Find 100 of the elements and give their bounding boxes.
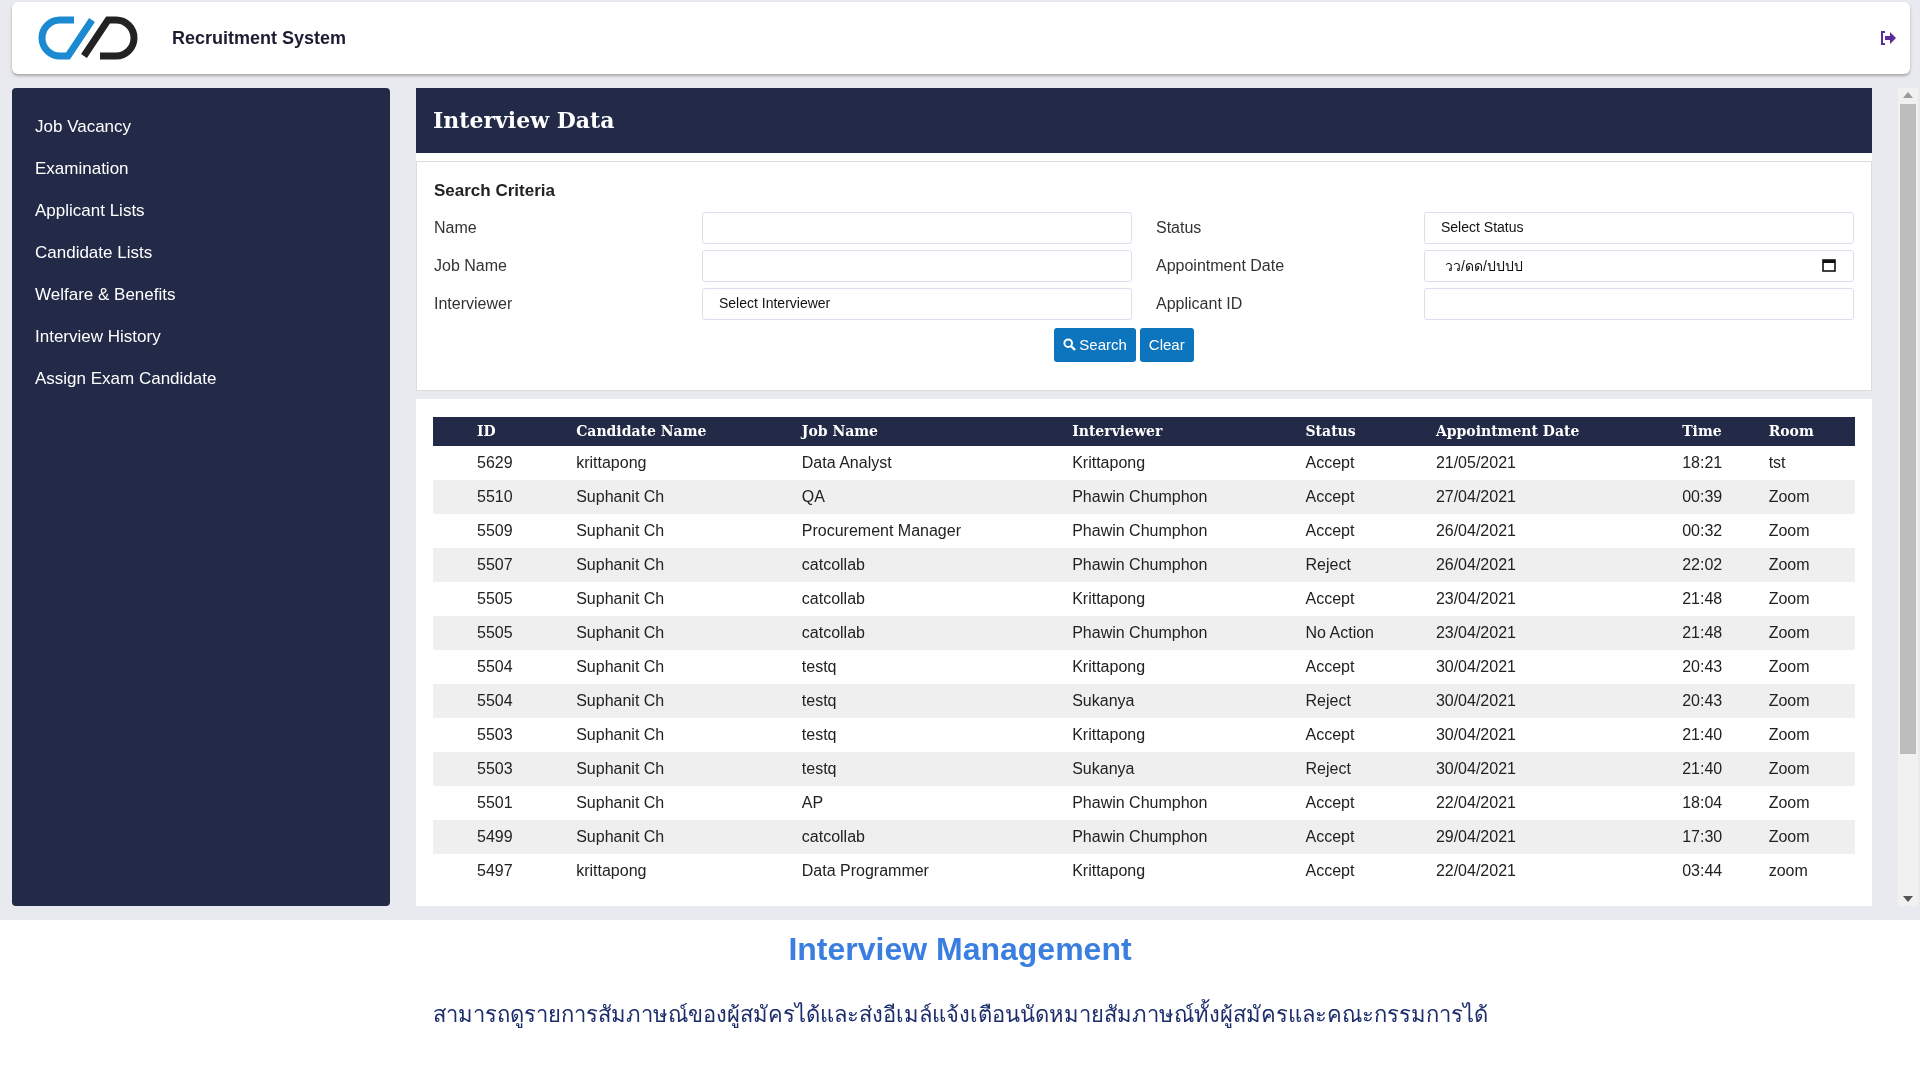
calendar-icon[interactable]	[1822, 257, 1836, 272]
table-cell: 23/04/2021	[1427, 616, 1675, 650]
table-cell: 00:39	[1674, 480, 1761, 514]
table-cell: 22/04/2021	[1427, 854, 1675, 888]
table-cell: Accept	[1297, 820, 1428, 854]
table-cell: Phawin Chumphon	[1064, 514, 1298, 548]
table-cell: 21:40	[1674, 718, 1761, 752]
table-cell: testq	[793, 752, 1065, 786]
select-field[interactable]: Select Interviewer	[702, 287, 1132, 320]
table-cell: catcollab	[793, 616, 1065, 650]
table-cell: Suphanit Ch	[568, 480, 794, 514]
table-cell: 20:43	[1674, 684, 1761, 718]
table-cell: AP	[793, 786, 1065, 820]
table-cell: Accept	[1297, 514, 1428, 548]
table-cell: Zoom	[1760, 752, 1855, 786]
table-cell: No Action	[1297, 616, 1428, 650]
table-cell: 20:43	[1674, 650, 1761, 684]
table-cell: 5499	[433, 820, 569, 854]
table-cell: 26/04/2021	[1427, 514, 1675, 548]
field-label: Appointment Date	[1156, 255, 1286, 276]
table-cell: tst	[1760, 446, 1855, 480]
table-cell: Zoom	[1760, 786, 1855, 820]
date-field[interactable]: วว/ดด/ปปปป	[1424, 249, 1854, 282]
table-cell: catcollab	[793, 820, 1065, 854]
input-field[interactable]	[1424, 287, 1854, 320]
search-button[interactable]: Search	[1054, 327, 1136, 362]
table-cell: zoom	[1760, 854, 1855, 888]
select-field[interactable]: Select Status	[1424, 211, 1854, 244]
table-cell: 5629	[433, 446, 569, 480]
app-title: Recruitment System	[172, 26, 347, 50]
table-cell: 5497	[433, 854, 569, 888]
table-cell: testq	[793, 718, 1065, 752]
table-cell: Suphanit Ch	[568, 616, 794, 650]
input-field[interactable]	[702, 211, 1132, 244]
field-label: Interviewer	[434, 293, 514, 314]
table-cell: 5501	[433, 786, 569, 820]
column-header: Appointment Date	[1427, 417, 1675, 446]
table-cell: Krittapong	[1064, 854, 1298, 888]
table-cell: 00:32	[1674, 514, 1761, 548]
table-cell: 5504	[433, 684, 569, 718]
table-cell: Krittapong	[1064, 718, 1298, 752]
sidebar-item[interactable]: Job Vacancy	[12, 106, 390, 148]
field-label: Name	[434, 217, 478, 238]
clear-button[interactable]: Clear	[1139, 327, 1194, 362]
table-cell: Data Programmer	[793, 854, 1065, 888]
table-cell: Zoom	[1760, 650, 1855, 684]
scroll-down-icon[interactable]	[1903, 896, 1913, 902]
table-cell: Data Analyst	[793, 446, 1065, 480]
sidebar-item[interactable]: Assign Exam Candidate	[12, 358, 390, 400]
table-cell: Reject	[1297, 548, 1428, 582]
field-label: Status	[1156, 217, 1203, 238]
table-cell: Sukanya	[1064, 752, 1298, 786]
table-cell: Phawin Chumphon	[1064, 548, 1298, 582]
column-header: Status	[1297, 417, 1428, 446]
table-cell: testq	[793, 650, 1065, 684]
sidebar-item[interactable]: Welfare & Benefits	[12, 274, 390, 316]
table-cell: Suphanit Ch	[568, 548, 794, 582]
scroll-up-icon[interactable]	[1903, 92, 1913, 98]
panel-title: Interview Data	[416, 88, 1872, 153]
scroll-thumb[interactable]	[1900, 104, 1916, 754]
table-cell: 21:48	[1674, 616, 1761, 650]
table-cell: Zoom	[1760, 480, 1855, 514]
table-cell: 5507	[433, 548, 569, 582]
column-header: Interviewer	[1064, 417, 1298, 446]
column-header: Time	[1674, 417, 1761, 446]
input-field[interactable]	[702, 249, 1132, 282]
table-cell: 23/04/2021	[1427, 582, 1675, 616]
table-cell: 03:44	[1674, 854, 1761, 888]
column-header: Job Name	[793, 417, 1065, 446]
table-cell: Sukanya	[1064, 684, 1298, 718]
table-cell: Reject	[1297, 752, 1428, 786]
logout-icon[interactable]	[1880, 31, 1896, 45]
table-cell: Accept	[1297, 854, 1428, 888]
table-cell: Phawin Chumphon	[1064, 480, 1298, 514]
sidebar-item[interactable]: Examination	[12, 148, 390, 190]
sidebar-item[interactable]: Interview History	[12, 316, 390, 358]
table-cell: Zoom	[1760, 684, 1855, 718]
sidebar-item[interactable]: Applicant Lists	[12, 190, 390, 232]
column-header: ID	[433, 417, 569, 446]
table-cell: 30/04/2021	[1427, 684, 1675, 718]
table-cell: 17:30	[1674, 820, 1761, 854]
table-cell: testq	[793, 684, 1065, 718]
table-cell: Zoom	[1760, 514, 1855, 548]
table-cell: Accept	[1297, 718, 1428, 752]
table-cell: Zoom	[1760, 548, 1855, 582]
table-cell: catcollab	[793, 548, 1065, 582]
caption-description: สามารถดูรายการสัมภาษณ์ของผู้สมัครได้และส่งอีเมล์แจ้งเตือนนัดหมายสัมภาษณ์ทั้งผู้สมัครและคณะกรรมการได้	[0, 998, 1920, 1032]
table-cell: krittapong	[568, 854, 794, 888]
table-cell: 26/04/2021	[1427, 548, 1675, 582]
table-cell: Suphanit Ch	[568, 582, 794, 616]
table-cell: Accept	[1297, 786, 1428, 820]
scrollbar[interactable]	[1898, 88, 1918, 906]
table-cell: 18:04	[1674, 786, 1761, 820]
sidebar-item[interactable]: Candidate Lists	[12, 232, 390, 274]
table-cell: Suphanit Ch	[568, 514, 794, 548]
table-cell: 18:21	[1674, 446, 1761, 480]
table-cell: catcollab	[793, 582, 1065, 616]
table-cell: Zoom	[1760, 718, 1855, 752]
table-cell: 22/04/2021	[1427, 786, 1675, 820]
table-cell: 5503	[433, 752, 569, 786]
